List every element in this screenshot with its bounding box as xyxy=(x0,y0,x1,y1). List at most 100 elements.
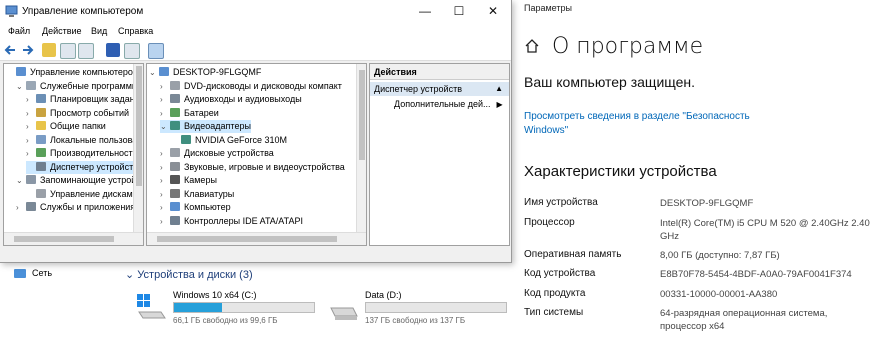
minimize-button[interactable]: — xyxy=(408,0,442,24)
actions-section-device-manager[interactable]: Диспетчер устройств ▲ xyxy=(370,82,509,96)
computer-icon xyxy=(170,202,180,211)
drive-name: Data (D:) xyxy=(365,290,402,300)
chevron-right-icon[interactable]: › xyxy=(26,107,36,120)
vertical-scrollbar[interactable] xyxy=(133,64,143,232)
horizontal-scrollbar[interactable] xyxy=(4,232,143,245)
more-actions-link[interactable]: Дополнительные дей... ▶ xyxy=(394,99,503,109)
tree-item[interactable]: › Компьютер xyxy=(160,201,231,214)
tree-item[interactable]: › Батареи xyxy=(160,107,219,120)
chevron-right-icon[interactable]: › xyxy=(160,93,170,106)
tree-item-label: Общие папки xyxy=(50,121,106,131)
tree-item-label: DESKTOP-9FLGQMF xyxy=(173,67,262,77)
tree-item-label: Просмотр событий xyxy=(50,107,130,118)
tree-item[interactable]: › Общие папки xyxy=(26,120,106,133)
tree-item-label: Локальные пользовате xyxy=(50,134,144,145)
chevron-right-icon[interactable]: › xyxy=(160,147,170,160)
tree-item[interactable]: Управление дисками xyxy=(26,188,138,201)
tree-item[interactable]: › Просмотр событий xyxy=(26,107,129,120)
properties-icon[interactable] xyxy=(124,43,140,59)
chevron-right-icon[interactable]: › xyxy=(26,147,36,160)
chevron-right-icon[interactable]: › xyxy=(160,201,170,214)
tree-item-label: Аудиовходы и аудиовыходы xyxy=(184,94,302,104)
chevron-right-icon[interactable]: › xyxy=(160,215,170,228)
tree-item[interactable]: Управление компьютером (л xyxy=(6,66,143,79)
chevron-right-icon[interactable]: › xyxy=(160,80,170,93)
chevron-right-icon[interactable]: › xyxy=(160,188,170,201)
chevron-right-icon[interactable]: › xyxy=(26,134,36,147)
chevron-right-icon[interactable]: › xyxy=(26,93,36,106)
tree-item[interactable]: ⌄ Служебные программы xyxy=(16,80,138,93)
computer-management-icon xyxy=(16,67,26,76)
spec-key: Код устройства xyxy=(524,268,596,279)
tree-item[interactable]: › Производительность xyxy=(26,147,137,160)
computer-icon xyxy=(159,67,169,76)
actions-pane: Действия Диспетчер устройств ▲ Дополнител… xyxy=(369,63,510,246)
clock-icon xyxy=(36,94,46,103)
chevron-right-icon[interactable]: › xyxy=(160,107,170,120)
windows-drive-icon xyxy=(137,294,166,319)
tree-item[interactable]: ⌄ DESKTOP-9FLGQMF xyxy=(149,66,261,79)
computer-management-window: Управление компьютером — ☐ ✕ Файл Действ… xyxy=(0,0,512,263)
tree-item-label: DVD-дисководы и дисководы компакт xyxy=(184,80,342,91)
chevron-right-icon[interactable]: › xyxy=(16,201,26,214)
tree-item[interactable]: NVIDIA GeForce 310M xyxy=(171,134,287,147)
tree-item[interactable]: › DVD-дисководы и дисководы компакт xyxy=(160,80,342,93)
forward-icon[interactable] xyxy=(20,43,34,57)
drive-d[interactable]: Data (D:) 137 ГБ свободно из 137 ГБ xyxy=(327,290,512,330)
tree-item[interactable]: › Контроллеры IDE ATA/ATAPI xyxy=(160,215,303,228)
chevron-down-icon[interactable]: ⌄ xyxy=(16,174,26,187)
back-icon[interactable] xyxy=(4,43,18,57)
camera-icon xyxy=(170,175,180,184)
horizontal-scrollbar[interactable] xyxy=(147,232,366,245)
chevron-down-icon[interactable]: ⌄ xyxy=(16,80,26,93)
vertical-scrollbar[interactable] xyxy=(356,64,366,232)
drive-usage-fill xyxy=(174,303,222,312)
drive-usage-bar xyxy=(365,302,507,313)
maximize-button[interactable]: ☐ xyxy=(442,0,476,24)
menu-help[interactable]: Справка xyxy=(118,26,153,36)
menu-action[interactable]: Действие xyxy=(42,26,82,36)
tree-item[interactable]: › Локальные пользовате xyxy=(26,134,144,147)
tree-item[interactable]: › Камеры xyxy=(160,174,217,187)
device-manager-icon xyxy=(36,161,46,171)
nav-item-network[interactable]: Сеть xyxy=(14,268,52,279)
performance-icon xyxy=(36,148,46,157)
audio-icon xyxy=(170,94,180,103)
tree-item[interactable]: ⌄ Запоминающие устройст xyxy=(16,174,143,187)
tree-item[interactable]: › Клавиатуры xyxy=(160,188,234,201)
security-details-link[interactable]: Просмотреть сведения в разделе "Безопасн… xyxy=(524,110,774,138)
chevron-down-icon[interactable]: ⌄ xyxy=(160,120,170,133)
computer-management-icon xyxy=(5,5,18,17)
list-view-icon[interactable] xyxy=(78,43,94,59)
show-tree-icon[interactable] xyxy=(60,43,76,59)
tree-item[interactable]: › Звуковые, игровые и видеоустройства xyxy=(160,161,345,174)
tree-item[interactable]: › Аудиовходы и аудиовыходы xyxy=(160,93,302,106)
tree-item-label: Службы и приложения xyxy=(40,202,136,212)
up-folder-icon[interactable] xyxy=(42,43,56,57)
event-viewer-icon xyxy=(36,107,46,117)
menu-file[interactable]: Файл xyxy=(8,26,30,36)
home-icon[interactable] xyxy=(524,38,540,54)
group-title-label: Устройства и диски (3) xyxy=(137,269,253,281)
tree-item[interactable]: › Службы и приложения xyxy=(16,201,135,214)
monitor-icon[interactable] xyxy=(148,43,164,59)
chevron-right-icon[interactable]: › xyxy=(160,161,170,174)
spec-key: Процессор xyxy=(524,217,575,228)
device-tree-pane[interactable]: ⌄ DESKTOP-9FLGQMF › DVD-дисководы и дисково… xyxy=(146,63,367,246)
help-icon[interactable] xyxy=(106,43,120,57)
chevron-right-icon[interactable]: › xyxy=(26,120,36,133)
devices-group-header[interactable]: ⌄ Устройства и диски (3) xyxy=(125,268,253,281)
spec-key: Оперативная память xyxy=(524,249,622,260)
tree-item[interactable]: ⌄ Видеоадаптеры xyxy=(160,120,251,133)
console-tree-pane[interactable]: Управление компьютером (л ⌄ Служебные прог… xyxy=(3,63,144,246)
chevron-right-icon[interactable]: › xyxy=(160,174,170,187)
chevron-down-icon[interactable]: ⌄ xyxy=(149,66,159,79)
tree-item[interactable]: Диспетчер устройств xyxy=(26,160,138,174)
tree-item[interactable]: › Дисковые устройства xyxy=(160,147,274,160)
network-icon xyxy=(14,269,26,279)
display-adapter-icon xyxy=(181,134,191,144)
menu-view[interactable]: Вид xyxy=(91,26,107,36)
drive-c[interactable]: Windows 10 x64 (C:) 66,1 ГБ свободно из … xyxy=(135,290,335,330)
close-button[interactable]: ✕ xyxy=(476,0,510,24)
tree-item[interactable]: › Планировщик заданий xyxy=(26,93,143,106)
